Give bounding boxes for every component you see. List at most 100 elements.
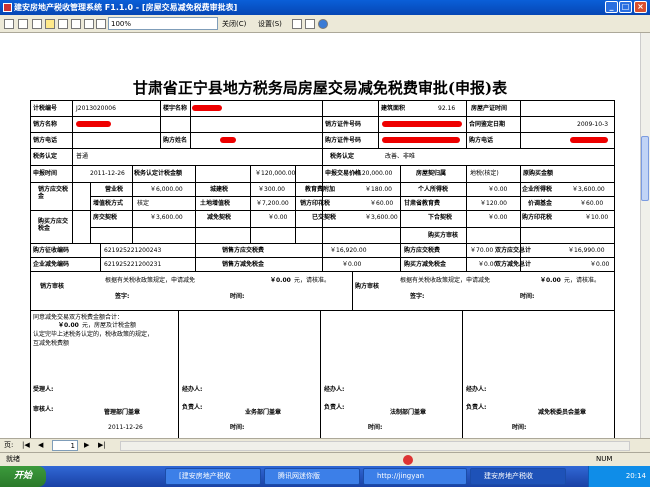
tax-id-value: J2013020006 (76, 105, 116, 112)
vat-method-label: 增值税方式 (93, 200, 124, 207)
page-icon[interactable] (45, 19, 55, 29)
page-icon[interactable] (32, 19, 42, 29)
reviewer-label: 审核人: (33, 406, 54, 413)
buyer-phone-label: 购方电话 (469, 137, 494, 144)
mgmt-dept-stamp: 管理部门盖章 (104, 409, 141, 416)
city-tax-label: 城建税 (210, 186, 229, 193)
seller-tax-label: 销方应交税金 (38, 186, 69, 200)
redacted-mark (76, 121, 111, 127)
remaining-deed-value: ￥0.00 (488, 214, 508, 221)
seller-opinion-unit: 元，请核准。 (294, 277, 331, 284)
ime-icon[interactable] (403, 455, 413, 465)
seller-time-label: 时间: (230, 293, 245, 300)
approval-amount: ￥0.00 (58, 322, 79, 329)
minimize-button[interactable]: _ (605, 1, 618, 13)
window-titlebar: 建安房地产税收管理系统 F1.1.0 - [房屋交易减免税费审批表] _ □ × (0, 0, 650, 15)
corp-tax-label: 企业所得税 (522, 186, 553, 193)
back-icon[interactable] (292, 19, 302, 29)
page-number-input[interactable]: 1 (52, 440, 78, 451)
income-tax-label: 个人所得税 (418, 186, 449, 193)
seller-sign-label: 签字: (115, 293, 130, 300)
app-icon (3, 3, 12, 12)
deed-owner-value: 地税(核定) (470, 170, 499, 177)
tax-id-label: 计税编号 (33, 105, 58, 112)
city-tax-value: ￥300.00 (258, 186, 285, 193)
paid-deed-label: 已交契税 (312, 214, 337, 221)
taskbar-item-active[interactable]: 建安房地产税收 (470, 468, 566, 485)
deed-relief-label: 减免契税 (207, 214, 232, 221)
seller-id-label: 销方证件号码 (325, 121, 362, 128)
handler-label: 经办人: (466, 386, 487, 393)
status-bar: 就绪 NUM (0, 452, 650, 466)
area-label: 建筑面积 (381, 105, 406, 112)
paid-deed-value: ￥3,600.00 (365, 214, 398, 221)
buyer-opinion-label: 购方审核 (355, 283, 380, 290)
both-total-label: 双方应交总计 (495, 247, 532, 254)
both-relief-label: 双方减免总计 (495, 261, 532, 268)
close-window-button[interactable]: × (634, 1, 647, 13)
print-icon[interactable] (4, 19, 14, 29)
approval-text: 认定完毕上述税务认定的，税收政策的规定， (33, 331, 154, 338)
first-page-icon[interactable]: |◀ (22, 439, 30, 452)
income-tax-value: ￥0.00 (488, 186, 508, 193)
vertical-scroll-thumb[interactable] (641, 136, 649, 201)
declare-time-label: 申报时间 (33, 170, 58, 177)
buyer-tax-label: 购买方应交税金 (38, 218, 69, 232)
contract-date-label: 合同鉴定日期 (469, 121, 506, 128)
next-page-icon[interactable]: ▶ (84, 439, 89, 452)
original-price-label: 原购买金额 (523, 170, 554, 177)
prev-page-icon[interactable]: ◀ (38, 439, 43, 452)
start-button[interactable]: 开始 (0, 466, 46, 487)
two-pages-icon[interactable] (58, 19, 68, 29)
close-button[interactable]: 关闭(C) (222, 18, 246, 30)
deed-owner-label: 房屋契归属 (416, 170, 447, 177)
taskbar-item[interactable]: [建安房地产税收 (165, 468, 261, 485)
save-icon[interactable] (18, 19, 28, 29)
num-lock-indicator: NUM (596, 455, 613, 463)
price-fund-label: 价调基金 (528, 200, 553, 207)
gansu-edu-value: ￥120.00 (480, 200, 507, 207)
buyer-time-label: 时间: (520, 293, 535, 300)
help-icon[interactable] (318, 19, 328, 29)
settings-button[interactable]: 设置(S) (258, 18, 282, 30)
deed-tax-value: ￥3,600.00 (150, 214, 183, 221)
land-vat-value: ￥7,200.00 (256, 200, 289, 207)
form-title: 甘肃省正宁县地方税务局房屋交易减免税费审批(申报)表 (132, 79, 508, 97)
seller-total-value: ￥16,920.00 (330, 247, 367, 254)
horizontal-scrollbar[interactable] (120, 441, 630, 451)
buyer-code-value: 621925221200243 (104, 247, 162, 254)
last-page-icon[interactable]: ▶| (98, 439, 106, 452)
business-dept-stamp: 业务部门盖章 (245, 409, 282, 416)
seller-stamp-label: 销方印花税 (300, 200, 331, 207)
multi-pages-icon[interactable] (71, 19, 81, 29)
vertical-scrollbar[interactable] (640, 33, 650, 438)
seller-name-label: 销方名称 (33, 121, 58, 128)
approval-text: 同意减免交易双方税费金额合计： (33, 314, 124, 321)
corp-code-value: 621925221200231 (104, 261, 162, 268)
buyer-tax-cert-label: 税务认定 (330, 153, 355, 160)
business-tax-label: 营业税 (105, 186, 124, 193)
page-label: 页: (4, 441, 14, 449)
system-tray: 20:14 (588, 466, 650, 487)
buyer-stamp-value: ￥10.00 (585, 214, 609, 221)
find-icon[interactable] (84, 19, 94, 29)
redacted-mark (192, 105, 222, 111)
building-name-label: 楼宇名称 (163, 105, 188, 112)
committee-stamp: 减免税委员会盖章 (538, 409, 587, 416)
buyer-relief-label: 购买方减免税金 (404, 261, 447, 268)
taskbar-item[interactable]: 腾讯网迷你版 (264, 468, 360, 485)
cert-time-label: 房屋产证时间 (471, 105, 508, 112)
maximize-button[interactable]: □ (619, 1, 632, 13)
seller-opinion-label: 销方审核 (40, 283, 65, 290)
zoom-select[interactable]: 100% (108, 17, 218, 30)
forward-icon[interactable] (305, 19, 315, 29)
price-fund-value: ￥60.00 (580, 200, 604, 207)
edu-surcharge-value: ￥180.00 (365, 186, 392, 193)
zoom-icon[interactable] (96, 19, 106, 29)
contract-date-value: 2009-10-3 (577, 121, 609, 128)
redacted-mark (570, 137, 608, 143)
declared-price-value: ￥120,000.00 (352, 170, 393, 177)
taskbar-item[interactable]: http://jingyan (363, 468, 467, 485)
buyer-tax-cert-value: 改善、非唯 (385, 153, 416, 160)
time-label: 时间: (230, 424, 245, 431)
